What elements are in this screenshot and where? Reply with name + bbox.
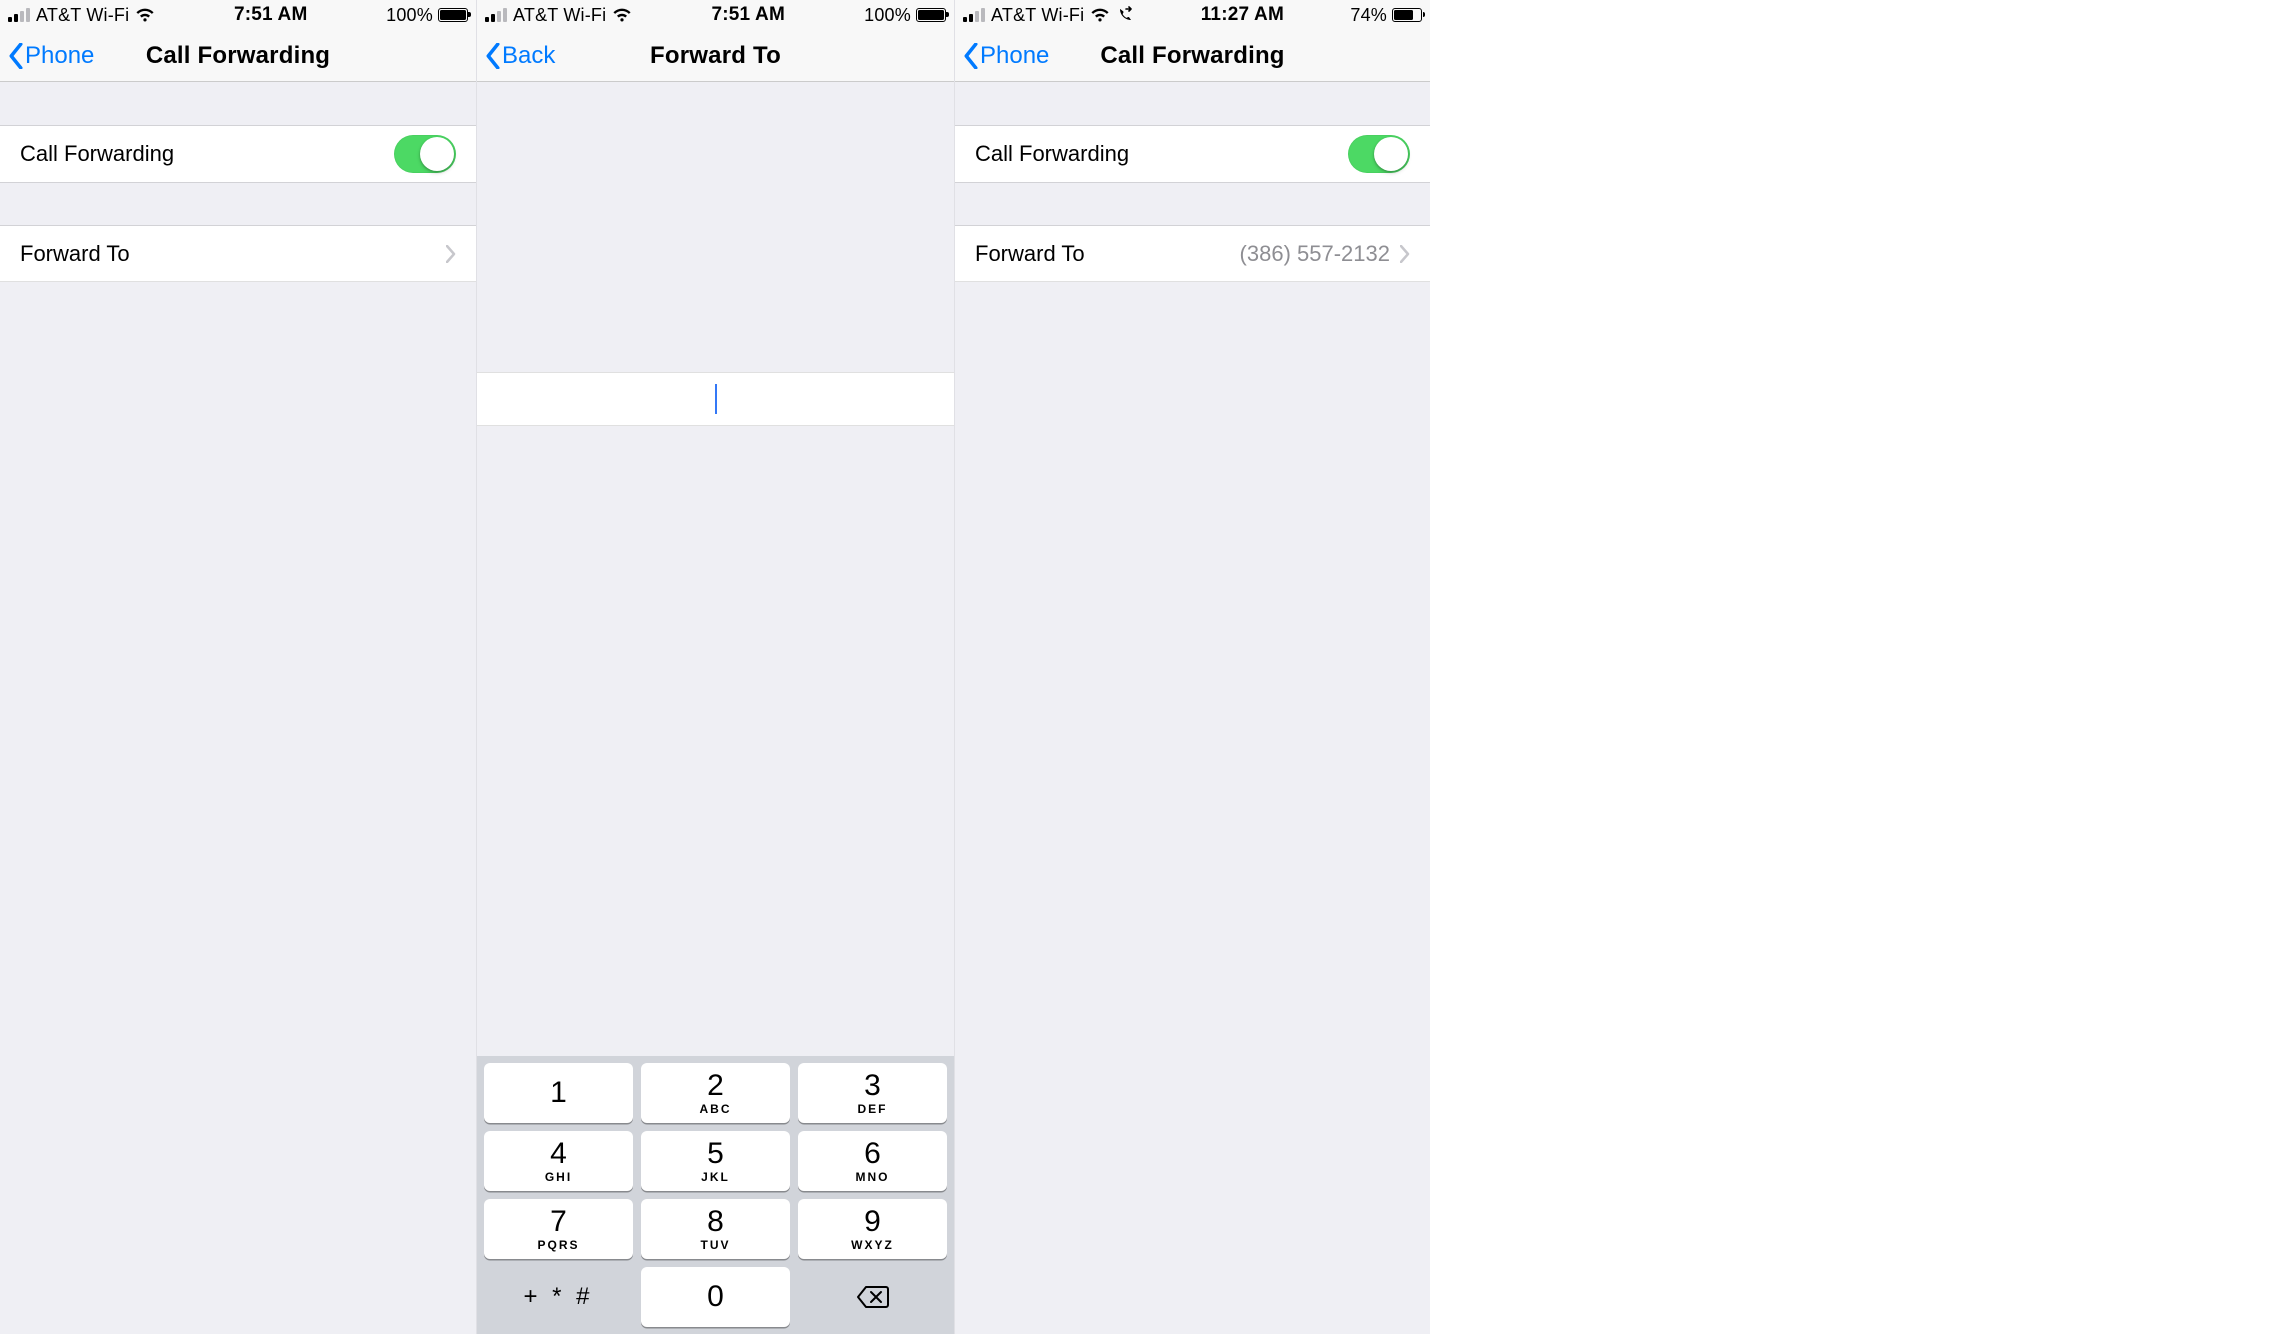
content-background [955,282,1430,1334]
call-forwarding-toggle[interactable] [1348,135,1410,173]
battery-percent-label: 74% [1350,5,1387,26]
call-forwarding-toggle[interactable] [394,135,456,173]
call-forwarding-toggle-row: Call Forwarding [0,126,476,182]
keypad-key-4[interactable]: 4GHI [484,1131,633,1191]
forward-to-label: Forward To [975,241,1085,267]
signal-bars-icon [485,8,507,22]
clock-label: 11:27 AM [1201,4,1284,26]
screen-call-forwarding-filled: AT&T Wi-Fi 11:27 AM 74% Phone [954,0,1430,1334]
battery-icon [1392,8,1422,22]
keypad-key-2[interactable]: 2ABC [641,1063,790,1123]
battery-icon [438,8,468,22]
content-background [477,82,954,372]
chevron-right-icon [1400,245,1410,263]
keypad-key-7[interactable]: 7PQRS [484,1199,633,1259]
back-label: Phone [980,42,1049,70]
battery-percent-label: 100% [386,5,433,26]
content-background [0,282,476,1334]
battery-percent-label: 100% [864,5,911,26]
back-button[interactable]: Phone [8,30,94,81]
section-gap [0,182,476,226]
battery-icon [916,8,946,22]
forward-to-row[interactable]: Forward To [0,226,476,282]
keypad-key-8[interactable]: 8TUV [641,1199,790,1259]
status-bar: AT&T Wi-Fi 7:51 AM 100% [477,0,954,30]
nav-title: Forward To [650,42,781,70]
keypad-key-1[interactable]: 1 [484,1063,633,1123]
forward-to-label: Forward To [20,241,130,267]
section-gap [955,82,1430,126]
chevron-left-icon [8,43,24,69]
toggle-label: Call Forwarding [20,141,174,167]
keypad-key-9[interactable]: 9WXYZ [798,1199,947,1259]
carrier-label: AT&T Wi-Fi [513,5,606,26]
backspace-icon [856,1285,890,1309]
clock-label: 7:51 AM [711,4,785,26]
wifi-icon [135,7,155,23]
keypad-key-symbols[interactable]: + * # [484,1267,633,1327]
call-forwarding-icon [1116,6,1134,24]
keypad-key-3[interactable]: 3DEF [798,1063,947,1123]
back-button[interactable]: Back [485,30,555,81]
keypad-key-5[interactable]: 5JKL [641,1131,790,1191]
nav-bar: Phone Call Forwarding [955,30,1430,82]
status-bar: AT&T Wi-Fi 7:51 AM 100% [0,0,476,30]
screen-call-forwarding-initial: AT&T Wi-Fi 7:51 AM 100% Phone Call Forwa… [0,0,476,1334]
carrier-label: AT&T Wi-Fi [991,5,1084,26]
nav-title: Call Forwarding [1100,42,1284,70]
call-forwarding-toggle-row: Call Forwarding [955,126,1430,182]
phone-number-input[interactable] [477,372,954,426]
signal-bars-icon [8,8,30,22]
canvas-background [1430,0,2270,1334]
back-label: Phone [25,42,94,70]
forward-to-row[interactable]: Forward To (386) 557-2132 [955,226,1430,282]
keypad-key-delete[interactable] [798,1267,947,1327]
nav-bar: Back Forward To [477,30,954,82]
signal-bars-icon [963,8,985,22]
carrier-label: AT&T Wi-Fi [36,5,129,26]
back-button[interactable]: Phone [963,30,1049,81]
section-gap [955,182,1430,226]
forward-to-value: (386) 557-2132 [1240,241,1390,267]
clock-label: 7:51 AM [234,4,308,26]
screen-forward-to-entry: AT&T Wi-Fi 7:51 AM 100% Back Forward To [476,0,954,1334]
toggle-label: Call Forwarding [975,141,1129,167]
keypad-key-0[interactable]: 0 [641,1267,790,1327]
wifi-icon [1090,7,1110,23]
numeric-keypad: 1 2ABC 3DEF 4GHI 5JKL 6MNO 7PQRS 8TUV 9W… [477,1056,954,1334]
status-bar: AT&T Wi-Fi 11:27 AM 74% [955,0,1430,30]
back-label: Back [502,42,555,70]
chevron-left-icon [485,43,501,69]
wifi-icon [612,7,632,23]
nav-bar: Phone Call Forwarding [0,30,476,82]
chevron-right-icon [446,245,456,263]
chevron-left-icon [963,43,979,69]
text-caret [715,384,717,414]
section-gap [0,82,476,126]
nav-title: Call Forwarding [146,42,330,70]
keypad-key-6[interactable]: 6MNO [798,1131,947,1191]
